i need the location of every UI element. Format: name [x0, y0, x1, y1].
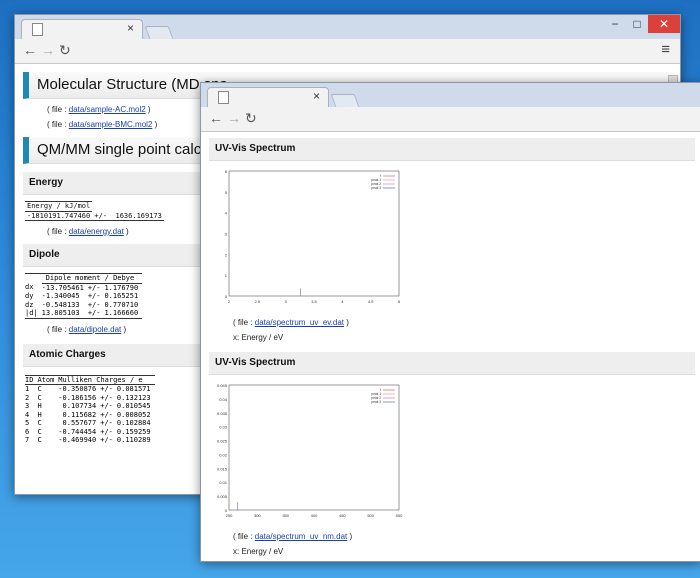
- table-row: 6 C -0.744454 +/- 0.159259: [25, 427, 151, 436]
- close-window-icon[interactable]: ✕: [648, 15, 680, 33]
- table-row: 3 H 0.107734 +/- 0.010545: [25, 402, 151, 410]
- reload-icon[interactable]: ↻: [245, 110, 257, 127]
- legend-entry: peak 3: [371, 186, 381, 190]
- file-link[interactable]: data/spectrum_uv_nm.dat: [255, 532, 348, 541]
- y-tick-label: 0.015: [217, 466, 228, 471]
- table-row: 2 C -0.186156 +/- 0.132123: [25, 393, 151, 402]
- new-tab-button[interactable]: [330, 94, 360, 107]
- x-tick-label: 2.5: [255, 299, 261, 304]
- x-tick-label: 2: [228, 299, 231, 304]
- y-tick-label: 2: [225, 252, 228, 257]
- file-link[interactable]: data/dipole.dat: [69, 325, 122, 334]
- tab-close-icon[interactable]: ×: [127, 21, 134, 35]
- dipole-header: Dipole moment / Debye: [41, 273, 143, 284]
- x-tick-label: 300: [254, 513, 261, 518]
- y-tick-label: 0.035: [217, 411, 228, 416]
- tab-page[interactable]: ×: [21, 19, 143, 39]
- tab-bar: × − □ ✕: [15, 15, 680, 39]
- toolbar: ← → ↻ ≡: [15, 39, 680, 64]
- page-icon: [218, 91, 229, 104]
- y-tick-label: 1: [225, 273, 228, 278]
- table-row: 4 H 0.115682 +/- 0.008052: [25, 410, 151, 419]
- new-tab-button[interactable]: [144, 26, 174, 39]
- legend-entry: peak 3: [371, 400, 381, 404]
- x-tick-label: 3.5: [311, 299, 317, 304]
- table-row: 1 C -0.350876 +/- 0.081571: [25, 385, 151, 393]
- section-uvvis-2: UV-Vis Spectrum: [209, 352, 695, 375]
- file-link[interactable]: data/sample-AC.mol2: [69, 105, 146, 114]
- maximize-icon[interactable]: □: [627, 15, 647, 33]
- x-tick-label: 550: [396, 513, 403, 518]
- y-tick-label: 0.005: [217, 494, 228, 499]
- x-tick-label: 450: [339, 513, 346, 518]
- x-tick-label: 500: [367, 513, 374, 518]
- x-tick-label: 250: [226, 513, 233, 518]
- browser-window-front: × ← → ↻ UV-Vis Spectrum 6 5 4 3 2 1 0 2 2.5 3 3.5 4…: [200, 82, 700, 562]
- y-tick-label: 6: [225, 169, 228, 174]
- table-header: ID Atom Mulliken Charges / e: [25, 375, 155, 385]
- forward-icon[interactable]: →: [41, 42, 55, 58]
- x-axis-caption: x: Energy / eV: [233, 547, 284, 556]
- x-tick-label: 350: [282, 513, 289, 518]
- spectrum-plot-nm: 0.045 0.04 0.035 0.03 0.025 0.02 0.015 0.01 0.00…: [217, 383, 403, 518]
- file-line: ( file : data/spectrum_uv_nm.dat ): [233, 532, 353, 541]
- file-link[interactable]: data/spectrum_uv_ev.dat: [255, 318, 344, 327]
- toolbar: ← → ↻: [201, 107, 700, 132]
- x-axis-caption: x: Energy / eV: [233, 333, 284, 342]
- y-tick-label: 0.04: [219, 397, 228, 402]
- energy-value: -1810191.747460 +/- 1636.169173: [25, 211, 164, 221]
- table-row: dx -13.705461 +/- 1.176790: [25, 283, 139, 292]
- x-tick-label: 4.5: [368, 299, 374, 304]
- back-icon[interactable]: ←: [209, 110, 223, 126]
- y-tick-label: 4: [225, 211, 228, 216]
- y-tick-label: 0.03: [219, 425, 228, 430]
- y-tick-label: 0.01: [219, 480, 228, 485]
- energy-header: Energy / kJ/mol: [25, 201, 93, 212]
- menu-icon[interactable]: ≡: [661, 41, 670, 58]
- file-link[interactable]: data/sample-BMC.mol2: [69, 120, 153, 129]
- y-tick-label: 0.02: [219, 452, 228, 457]
- reload-icon[interactable]: ↻: [59, 42, 71, 59]
- table-row: 7 C -0.469940 +/- 0.110289: [25, 436, 151, 444]
- minimize-icon[interactable]: −: [605, 15, 625, 33]
- page-content: UV-Vis Spectrum 6 5 4 3 2 1 0 2 2.5 3 3.5 4 4.5 5 f pea…: [201, 132, 700, 561]
- file-line: ( file : data/spectrum_uv_ev.dat ): [233, 318, 349, 327]
- tab-page[interactable]: ×: [207, 87, 329, 107]
- x-tick-label: 3: [285, 299, 288, 304]
- x-tick-label: 4: [341, 299, 344, 304]
- back-icon[interactable]: ←: [23, 42, 37, 58]
- spectrum-plot-ev: 65432102 2.5 3 3.5 4 4.5 5fpeak 1peak 2peak 3: [225, 169, 401, 304]
- file-link[interactable]: data/energy.dat: [69, 227, 124, 236]
- page-icon: [32, 23, 43, 36]
- table-row: |d| 13.805103 +/- 1.166660: [25, 309, 139, 317]
- tab-bar: ×: [201, 83, 700, 107]
- table-row: 5 C 0.557677 +/- 0.102884: [25, 419, 151, 427]
- y-tick-label: 5: [225, 190, 228, 195]
- x-tick-label: 5: [398, 299, 401, 304]
- y-tick-label: 3: [225, 232, 228, 237]
- table-row: dy -1.340045 +/- 0.165251: [25, 292, 139, 300]
- y-tick-label: 0.025: [217, 439, 228, 444]
- x-tick-label: 400: [311, 513, 318, 518]
- section-uvvis-1: UV-Vis Spectrum: [209, 138, 695, 161]
- tab-close-icon[interactable]: ×: [313, 89, 320, 103]
- forward-icon[interactable]: →: [227, 110, 241, 126]
- y-tick-label: 0.045: [217, 383, 228, 388]
- table-row: dz -0.548133 +/- 0.770710: [25, 300, 139, 309]
